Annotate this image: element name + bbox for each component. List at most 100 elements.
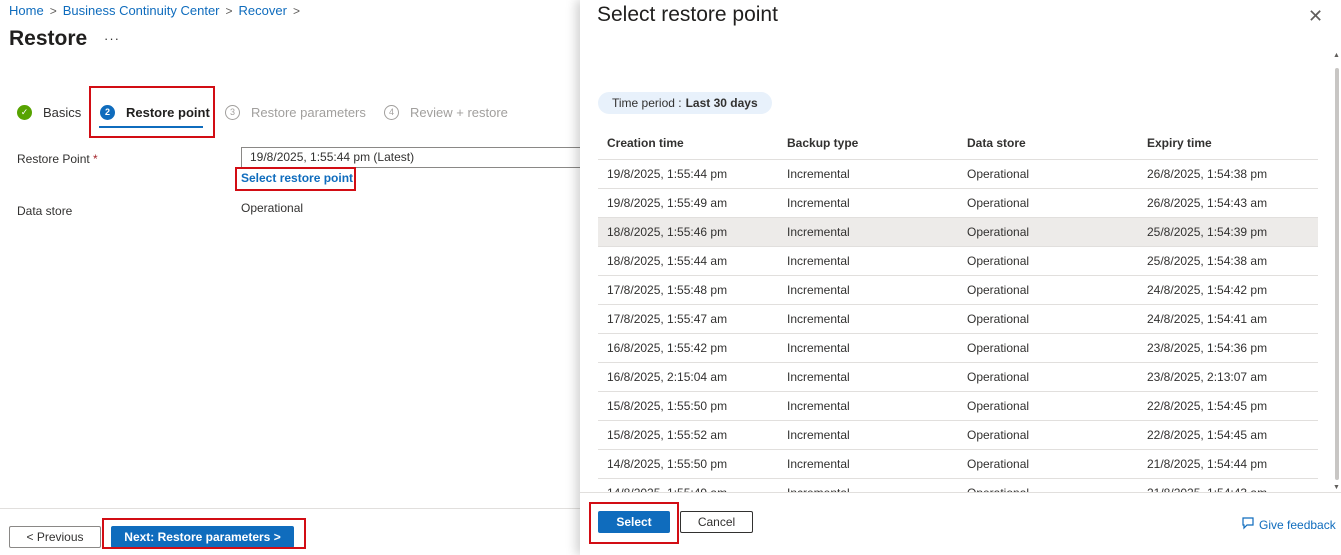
footer-divider: [0, 508, 580, 509]
cell-expiry-time: 25/8/2025, 1:54:38 am: [1138, 246, 1318, 276]
column-header-creation-time[interactable]: Creation time: [598, 127, 778, 160]
column-header-data-store[interactable]: Data store: [958, 127, 1138, 160]
table-row[interactable]: 18/8/2025, 1:55:44 am Incremental Operatio…: [598, 246, 1318, 276]
restore-point-field[interactable]: 19/8/2025, 1:55:44 pm (Latest): [241, 147, 580, 168]
panel-footer-divider: [580, 492, 1341, 493]
breadcrumb-home[interactable]: Home: [9, 3, 44, 18]
cell-data-store: Operational: [958, 246, 1138, 276]
cell-creation-time: 17/8/2025, 1:55:48 pm: [598, 275, 778, 305]
chevron-right-icon: >: [49, 3, 57, 18]
chevron-right-icon: >: [225, 3, 233, 18]
cell-creation-time: 16/8/2025, 2:15:04 am: [598, 362, 778, 392]
tab-review-restore[interactable]: 4 Review + restore: [384, 92, 508, 132]
scroll-down-icon[interactable]: ▼: [1333, 484, 1340, 491]
tab-restore-parameters[interactable]: 3 Restore parameters: [225, 92, 366, 132]
breadcrumb-recover[interactable]: Recover: [239, 3, 287, 18]
column-header-expiry-time[interactable]: Expiry time: [1138, 127, 1318, 160]
cell-expiry-time: 24/8/2025, 1:54:41 am: [1138, 304, 1318, 334]
scroll-up-icon[interactable]: ▲: [1333, 52, 1340, 59]
data-store-label: Data store: [17, 204, 73, 218]
chevron-right-icon: >: [292, 3, 300, 18]
column-header-backup-type[interactable]: Backup type: [778, 127, 958, 160]
panel-scrollbar[interactable]: ▲ ▼: [1333, 48, 1341, 496]
restore-point-label: Restore Point *: [17, 152, 98, 166]
step-label-restore-parameters: Restore parameters: [251, 104, 366, 120]
panel-title: Select restore point: [597, 3, 778, 26]
time-period-value: Last 30 days: [685, 96, 758, 110]
cell-expiry-time: 23/8/2025, 1:54:36 pm: [1138, 333, 1318, 363]
cell-backup-type: Incremental: [778, 362, 958, 392]
cell-creation-time: 19/8/2025, 1:55:49 am: [598, 188, 778, 218]
data-store-value: Operational: [241, 201, 304, 215]
cell-backup-type: Incremental: [778, 304, 958, 334]
cell-backup-type: Incremental: [778, 420, 958, 450]
cell-data-store: Operational: [958, 217, 1138, 247]
table-row[interactable]: 14/8/2025, 1:55:50 pm Incremental Operatio…: [598, 449, 1318, 479]
cell-backup-type: Incremental: [778, 217, 958, 247]
cell-data-store: Operational: [958, 362, 1138, 392]
table-row[interactable]: 14/8/2025, 1:55:49 am Incremental Operatio…: [598, 478, 1318, 493]
cell-backup-type: Incremental: [778, 159, 958, 189]
give-feedback-text: Give feedback: [1259, 517, 1336, 532]
table-row[interactable]: 17/8/2025, 1:55:47 am Incremental Operatio…: [598, 304, 1318, 334]
cell-expiry-time: 22/8/2025, 1:54:45 pm: [1138, 391, 1318, 421]
cell-backup-type: Incremental: [778, 188, 958, 218]
cell-data-store: Operational: [958, 159, 1138, 189]
cell-backup-type: Incremental: [778, 275, 958, 305]
cell-backup-type: Incremental: [778, 391, 958, 421]
cell-backup-type: Incremental: [778, 246, 958, 276]
table-row[interactable]: 16/8/2025, 2:15:04 am Incremental Operatio…: [598, 362, 1318, 392]
cell-data-store: Operational: [958, 391, 1138, 421]
checkmark-icon: ✓: [17, 104, 32, 120]
restore-point-label-text: Restore Point: [17, 152, 90, 166]
cell-creation-time: 14/8/2025, 1:55:50 pm: [598, 449, 778, 479]
table-row[interactable]: 19/8/2025, 1:55:44 pm Incremental Operatio…: [598, 159, 1318, 189]
required-mark: *: [93, 152, 98, 166]
cell-data-store: Operational: [958, 478, 1138, 493]
breadcrumb-business-continuity-center[interactable]: Business Continuity Center: [63, 3, 220, 18]
cell-creation-time: 15/8/2025, 1:55:50 pm: [598, 391, 778, 421]
cell-data-store: Operational: [958, 275, 1138, 305]
cell-creation-time: 18/8/2025, 1:55:44 am: [598, 246, 778, 276]
time-period-filter[interactable]: Time period : Last 30 days: [598, 92, 772, 114]
give-feedback-link[interactable]: Give feedback: [1241, 516, 1336, 533]
select-restore-point-panel: Select restore point ✕ Time period : Las…: [580, 0, 1341, 555]
cancel-button[interactable]: Cancel: [680, 511, 753, 533]
cell-data-store: Operational: [958, 188, 1138, 218]
cell-backup-type: Incremental: [778, 333, 958, 363]
feedback-icon: [1241, 516, 1255, 533]
table-row[interactable]: 15/8/2025, 1:55:52 am Incremental Operatio…: [598, 420, 1318, 450]
highlight-box-next-button: [102, 518, 306, 549]
step-number-4: 4: [384, 104, 399, 120]
restore-points-table: Creation time Backup type Data store Exp…: [598, 127, 1318, 493]
step-label-basics: Basics: [43, 104, 82, 120]
cell-expiry-time: 24/8/2025, 1:54:42 pm: [1138, 275, 1318, 305]
highlight-box-restore-point-tab: [89, 86, 215, 138]
cell-creation-time: 15/8/2025, 1:55:52 am: [598, 420, 778, 450]
more-options-icon[interactable]: ···: [104, 31, 120, 46]
tab-basics[interactable]: ✓ Basics: [17, 92, 81, 132]
step-number-3: 3: [225, 104, 240, 120]
cell-data-store: Operational: [958, 304, 1138, 334]
cell-data-store: Operational: [958, 449, 1138, 479]
close-icon[interactable]: ✕: [1308, 6, 1323, 27]
table-row[interactable]: 16/8/2025, 1:55:42 pm Incremental Operatio…: [598, 333, 1318, 363]
cell-expiry-time: 26/8/2025, 1:54:43 am: [1138, 188, 1318, 218]
table-row[interactable]: 15/8/2025, 1:55:50 pm Incremental Operatio…: [598, 391, 1318, 421]
table-header-row: Creation time Backup type Data store Exp…: [598, 127, 1318, 160]
cell-expiry-time: 26/8/2025, 1:54:38 pm: [1138, 159, 1318, 189]
cell-backup-type: Incremental: [778, 478, 958, 493]
cell-expiry-time: 21/8/2025, 1:54:44 pm: [1138, 449, 1318, 479]
scrollbar-thumb[interactable]: [1335, 68, 1339, 480]
table-row[interactable]: 19/8/2025, 1:55:49 am Incremental Operatio…: [598, 188, 1318, 218]
page-title: Restore: [9, 27, 88, 50]
cell-creation-time: 16/8/2025, 1:55:42 pm: [598, 333, 778, 363]
cell-creation-time: 14/8/2025, 1:55:49 am: [598, 478, 778, 493]
cell-expiry-time: 25/8/2025, 1:54:39 pm: [1138, 217, 1318, 247]
previous-button[interactable]: < Previous: [9, 526, 101, 548]
table-row[interactable]: 17/8/2025, 1:55:48 pm Incremental Operatio…: [598, 275, 1318, 305]
cell-backup-type: Incremental: [778, 449, 958, 479]
cell-expiry-time: 23/8/2025, 2:13:07 am: [1138, 362, 1318, 392]
wizard-steps: ✓ Basics 2 Restore point 3 Restore param…: [0, 92, 580, 132]
table-row[interactable]: 18/8/2025, 1:55:46 pm Incremental Operatio…: [598, 217, 1318, 247]
